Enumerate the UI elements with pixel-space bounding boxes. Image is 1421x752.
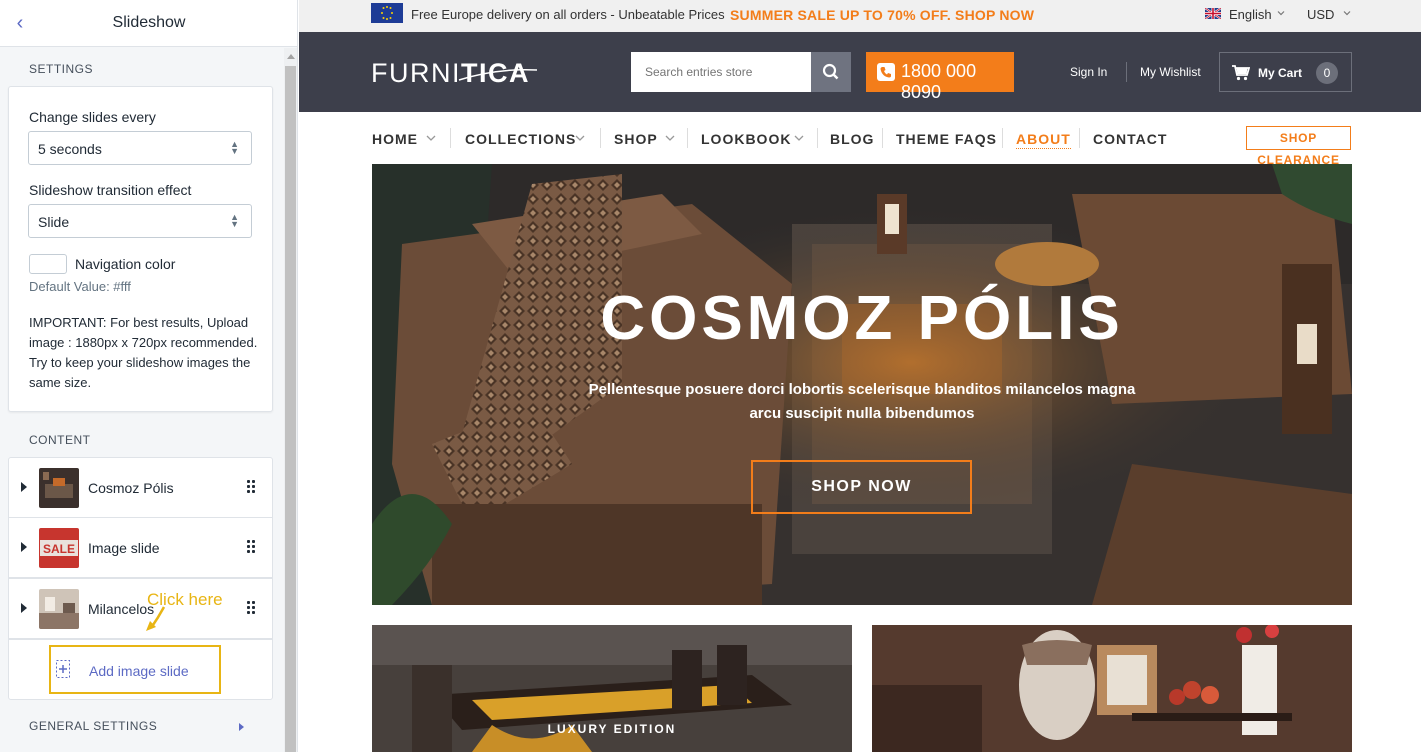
general-settings-heading[interactable]: GENERAL SETTINGS bbox=[29, 719, 157, 733]
select-arrows-icon: ▲ ▼ bbox=[230, 212, 239, 229]
chevron-down-icon[interactable] bbox=[794, 134, 804, 142]
nav-item-theme-faqs[interactable]: THEME FAQS bbox=[896, 131, 997, 147]
announcement-bar: Free Europe delivery on all orders - Unb… bbox=[299, 0, 1421, 32]
chevron-right-icon[interactable] bbox=[239, 723, 244, 731]
navigation-color-swatch[interactable] bbox=[29, 254, 67, 274]
nav-item-about[interactable]: ABOUT bbox=[1016, 131, 1071, 149]
search-icon bbox=[822, 63, 839, 80]
hero-subtitle: Pellentesque posuere dorci lobortis scel… bbox=[588, 381, 1136, 422]
select-arrows-icon: ▲ ▼ bbox=[230, 139, 239, 156]
expand-triangle-icon[interactable] bbox=[21, 542, 27, 552]
sidebar-title: Slideshow bbox=[112, 14, 186, 31]
wishlist-link[interactable]: My Wishlist bbox=[1140, 65, 1201, 79]
nav-item-home[interactable]: HOME bbox=[372, 131, 418, 147]
navigation-color-default: Default Value: #fff bbox=[29, 279, 131, 294]
search-button[interactable] bbox=[811, 52, 851, 92]
sidebar-scrollbar[interactable] bbox=[284, 48, 297, 752]
chevron-down-icon[interactable] bbox=[1343, 9, 1351, 17]
nav-divider bbox=[687, 128, 688, 148]
cart-icon bbox=[1232, 65, 1250, 81]
drag-handle-icon[interactable] bbox=[247, 480, 255, 494]
cart-count-badge: 0 bbox=[1316, 62, 1338, 84]
logo-swoosh-icon bbox=[458, 68, 538, 81]
chevron-down-icon[interactable] bbox=[575, 134, 585, 142]
slide-name: Cosmoz Pólis bbox=[88, 480, 174, 496]
free-delivery-text: Free Europe delivery on all orders - Unb… bbox=[411, 7, 725, 22]
content-heading: CONTENT bbox=[29, 433, 91, 447]
hero-slideshow: COSMOZ PÓLIS Pellentesque posuere dorci … bbox=[372, 164, 1352, 605]
nav-item-blog[interactable]: BLOG bbox=[830, 131, 874, 147]
summer-sale-link[interactable]: SUMMER SALE UP TO 70% OFF. SHOP NOW bbox=[730, 7, 1034, 23]
sign-in-link[interactable]: Sign In bbox=[1070, 65, 1107, 79]
svg-text:SALE: SALE bbox=[43, 542, 75, 556]
promo-tile-luxury[interactable]: LUXURY EDITION bbox=[372, 625, 852, 752]
add-slide-row: Add image slide bbox=[8, 639, 273, 700]
phone-icon bbox=[877, 63, 895, 81]
settings-heading: SETTINGS bbox=[29, 62, 94, 76]
nav-divider bbox=[1079, 128, 1080, 148]
annotation-arrow-icon bbox=[146, 606, 166, 631]
nav-item-shop[interactable]: SHOP bbox=[614, 131, 658, 147]
account-divider bbox=[1126, 62, 1127, 82]
add-image-slide-button[interactable]: Add image slide bbox=[49, 645, 221, 694]
expand-triangle-icon[interactable] bbox=[21, 482, 27, 492]
slide-thumbnail bbox=[39, 589, 79, 629]
nav-divider bbox=[1002, 128, 1003, 148]
hero-title: COSMOZ PÓLIS bbox=[600, 284, 1124, 353]
cart-label: My Cart bbox=[1258, 66, 1303, 80]
store-preview: Free Europe delivery on all orders - Unb… bbox=[299, 0, 1421, 752]
transition-label: Slideshow transition effect bbox=[29, 182, 192, 198]
change-slides-select[interactable]: 5 seconds ▲ ▼ bbox=[28, 131, 252, 165]
change-slides-label: Change slides every bbox=[29, 109, 156, 125]
change-slides-value: 5 seconds bbox=[38, 141, 102, 157]
nav-item-collections[interactable]: COLLECTIONS bbox=[465, 131, 576, 147]
slide-row[interactable]: SALE Image slide bbox=[8, 517, 273, 578]
nav-divider bbox=[882, 128, 883, 148]
sidebar-header: ‹ Slideshow bbox=[0, 0, 297, 47]
drag-handle-icon[interactable] bbox=[247, 601, 255, 615]
nav-divider bbox=[817, 128, 818, 148]
transition-select[interactable]: Slide ▲ ▼ bbox=[28, 204, 252, 238]
drag-handle-icon[interactable] bbox=[247, 540, 255, 554]
slide-row[interactable]: Milancelos bbox=[8, 578, 273, 639]
slide-name: Image slide bbox=[88, 540, 160, 556]
home-decor-image bbox=[872, 625, 1352, 752]
scrollbar-thumb[interactable] bbox=[285, 66, 296, 752]
shop-clearance-button[interactable]: SHOP CLEARANCE bbox=[1246, 126, 1351, 167]
search-input[interactable] bbox=[631, 52, 811, 92]
sidebar-scroll-area: SETTINGS Change slides every 5 seconds ▲… bbox=[0, 48, 284, 752]
logo-light-text: FURNI bbox=[371, 58, 461, 88]
language-selector[interactable]: English bbox=[1229, 7, 1272, 22]
chevron-down-icon[interactable] bbox=[426, 134, 436, 142]
eu-flag-icon bbox=[371, 3, 403, 23]
phone-number: 1800 000 8090 bbox=[901, 61, 977, 102]
theme-editor-sidebar: ‹ Slideshow SETTINGS Change slides every… bbox=[0, 0, 298, 752]
nav-item-contact[interactable]: CONTACT bbox=[1093, 131, 1167, 147]
add-image-slide-label: Add image slide bbox=[89, 663, 189, 679]
chevron-down-icon[interactable] bbox=[1277, 9, 1285, 17]
navigation-color-label: Navigation color bbox=[75, 256, 176, 272]
transition-value: Slide bbox=[38, 214, 70, 230]
phone-button[interactable]: 1800 000 8090 bbox=[866, 52, 1014, 102]
add-block-icon bbox=[56, 660, 70, 678]
nav-item-lookbook[interactable]: LOOKBOOK bbox=[701, 131, 791, 147]
slide-thumbnail: SALE bbox=[39, 528, 79, 568]
uk-flag-icon bbox=[1205, 8, 1221, 19]
store-header: FURNITICA 1800 000 8090 Sign In My Wishl… bbox=[299, 32, 1421, 112]
cart-button[interactable]: My Cart 0 bbox=[1219, 52, 1352, 92]
nav-divider bbox=[600, 128, 601, 148]
image-size-note: IMPORTANT: For best results, Upload imag… bbox=[29, 315, 258, 390]
expand-triangle-icon[interactable] bbox=[21, 603, 27, 613]
slide-row[interactable]: Cosmoz Pólis bbox=[8, 457, 273, 518]
promo-tile-label: LUXURY EDITION bbox=[547, 722, 677, 736]
slide-thumbnail bbox=[39, 468, 79, 508]
settings-card: Change slides every 5 seconds ▲ ▼ Slidesh… bbox=[8, 86, 273, 412]
main-navigation: HOME COLLECTIONS SHOP LOOKBOOK BLOG THEM… bbox=[299, 112, 1421, 167]
scroll-up-icon[interactable] bbox=[287, 54, 295, 59]
chevron-down-icon[interactable] bbox=[665, 134, 675, 142]
shop-now-button[interactable]: SHOP NOW bbox=[751, 460, 972, 514]
currency-selector[interactable]: USD bbox=[1307, 7, 1334, 22]
nav-divider bbox=[450, 128, 451, 148]
promo-tile-decor[interactable] bbox=[872, 625, 1352, 752]
